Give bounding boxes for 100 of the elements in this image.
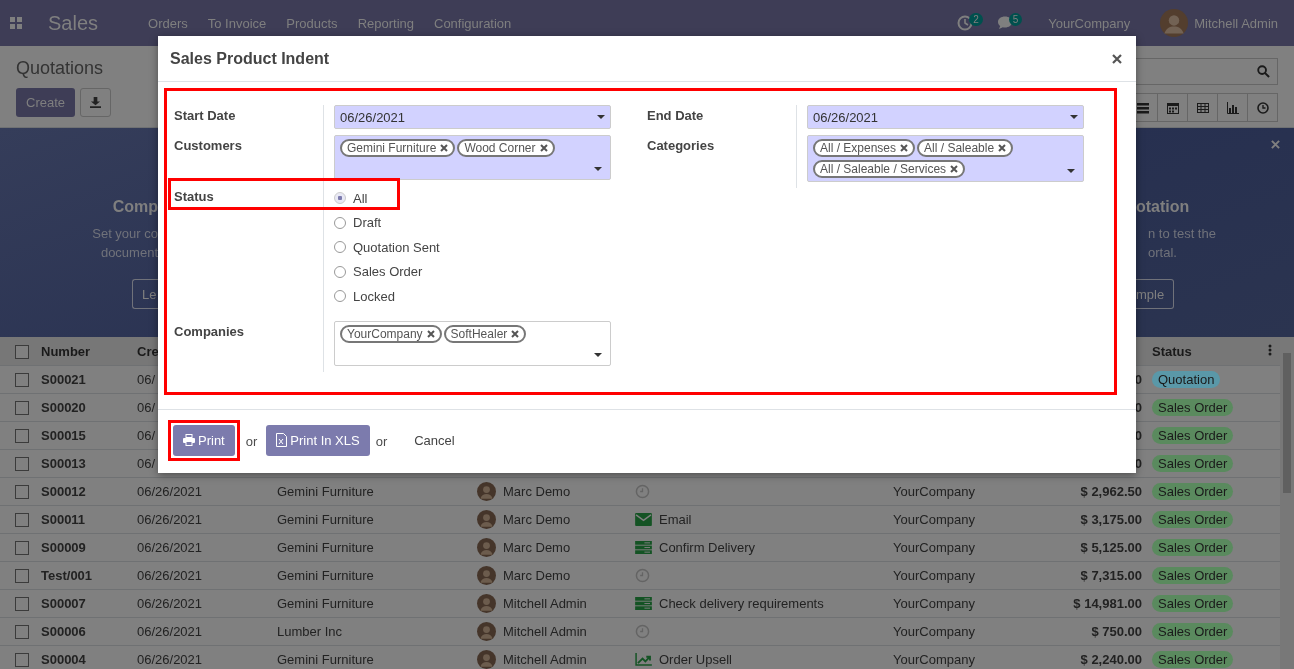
table-cell-text: S00011 xyxy=(40,512,87,527)
status-badge: Sales Order xyxy=(1152,567,1234,584)
table-cell-text: S00015 xyxy=(40,428,87,443)
table-cell: YourCompany xyxy=(893,484,975,499)
menu-item[interactable]: Configuration xyxy=(434,15,512,31)
remove-icon[interactable] xyxy=(539,144,548,152)
caret-icon xyxy=(1070,115,1078,119)
row-checkbox[interactable] xyxy=(15,429,29,444)
row-checkbox[interactable] xyxy=(15,597,29,612)
row-checkbox[interactable] xyxy=(15,457,29,472)
row-checkbox[interactable] xyxy=(15,653,29,668)
banner-step-text: ortal. xyxy=(1148,244,1177,262)
dialog-title: Sales Product Indent xyxy=(170,49,330,68)
row-checkbox[interactable] xyxy=(15,541,29,556)
chat-icon[interactable] xyxy=(996,15,1013,31)
table-cell-text: $ 3,175.00 xyxy=(1079,512,1143,527)
table-cell-text: S00020 xyxy=(40,400,87,415)
tag-chip: Gemini Furniture xyxy=(340,139,456,157)
cancel-button[interactable]: Cancel xyxy=(396,424,473,456)
user-avatar-icon[interactable] xyxy=(1160,9,1189,37)
remove-icon[interactable] xyxy=(426,329,435,338)
column-header[interactable]: Status xyxy=(1152,343,1192,359)
close-icon[interactable] xyxy=(1271,140,1280,149)
banner-step-title: otation xyxy=(1136,198,1190,216)
row-checkbox[interactable] xyxy=(15,625,29,640)
table-cell: 06/26/2021 xyxy=(137,624,203,639)
table-cell-text: S00007 xyxy=(40,596,87,611)
remove-icon[interactable] xyxy=(998,144,1007,152)
or-text: or xyxy=(245,433,258,449)
create-button[interactable]: Create xyxy=(16,88,76,117)
row-checkbox[interactable] xyxy=(15,401,29,416)
app-name[interactable]: Sales xyxy=(48,11,99,35)
table-cell-text: $ 5,125.00 xyxy=(1079,540,1143,555)
trend-up-icon[interactable] xyxy=(635,653,652,666)
pivot-view-button[interactable] xyxy=(1187,93,1218,122)
spreadsheet-file-icon xyxy=(276,433,288,447)
menu-item[interactable]: Products xyxy=(286,15,338,31)
activity-view-button[interactable] xyxy=(1247,93,1278,122)
date-field[interactable]: 06/26/2021 xyxy=(807,105,1084,129)
radio-option[interactable]: Sales Order xyxy=(334,259,423,284)
user-name[interactable]: Mitchell Admin xyxy=(1194,15,1278,31)
row-checkbox[interactable] xyxy=(15,373,29,388)
person-avatar-icon xyxy=(477,650,496,669)
kebab-menu-icon[interactable] xyxy=(1268,343,1272,356)
table-cell: 06/26/2021 xyxy=(137,512,203,527)
column-header[interactable]: Number xyxy=(34,343,130,359)
tag-chip: YourCompany xyxy=(340,324,442,343)
person-avatar-icon xyxy=(477,510,496,529)
radio-option[interactable]: Draft xyxy=(334,210,382,235)
remove-icon[interactable] xyxy=(511,329,520,338)
tags-field[interactable]: YourCompany SoftHealer xyxy=(334,320,611,366)
checklist-icon[interactable] xyxy=(635,597,652,610)
clock-icon[interactable] xyxy=(635,568,650,583)
table-cell: YourCompany xyxy=(893,568,975,583)
field-label: Categories xyxy=(647,137,716,153)
radio-option[interactable]: All xyxy=(334,186,368,211)
tags-field[interactable]: All / Expenses All / Saleable All / Saleable / Services xyxy=(807,135,1084,182)
close-icon[interactable] xyxy=(1112,53,1122,64)
remove-icon[interactable] xyxy=(950,165,959,173)
download-button[interactable] xyxy=(80,88,112,117)
envelope-icon[interactable] xyxy=(635,513,652,526)
banner-step-text: Set your co xyxy=(92,225,158,243)
radio-option[interactable]: Locked xyxy=(334,284,395,309)
person-avatar-icon xyxy=(477,482,496,501)
clock-icon[interactable] xyxy=(635,484,650,499)
remove-icon[interactable] xyxy=(900,144,909,152)
status-badge: Sales Order xyxy=(1152,595,1234,612)
table-cell: 06/ xyxy=(137,456,156,471)
select-all-checkbox[interactable] xyxy=(15,344,29,359)
table-cell: 06/26/2021 xyxy=(137,484,203,499)
print-xls-button[interactable]: Print In XLS xyxy=(266,424,370,456)
menu-item[interactable]: To Invoice xyxy=(207,15,267,31)
clock-icon xyxy=(1256,101,1269,114)
row-checkbox[interactable] xyxy=(15,513,29,528)
checklist-icon[interactable] xyxy=(635,541,652,554)
apps-menu-icon[interactable] xyxy=(10,17,22,29)
calendar-icon xyxy=(1166,101,1179,114)
remove-icon[interactable] xyxy=(440,144,449,152)
table-cell-text: S00012 xyxy=(40,484,87,499)
graph-view-button[interactable] xyxy=(1217,93,1248,122)
print-button[interactable]: Print xyxy=(173,424,235,456)
scrollbar[interactable] xyxy=(1280,337,1294,669)
tags-field[interactable]: Gemini Furniture Wood Corner xyxy=(334,135,611,180)
message-count-badge: 5 xyxy=(1008,12,1023,26)
row-checkbox[interactable] xyxy=(15,485,29,500)
calendar-view-button[interactable] xyxy=(1157,93,1188,122)
status-badge: Sales Order xyxy=(1152,455,1234,472)
caret-icon xyxy=(594,167,602,171)
radio-option[interactable]: Quotation Sent xyxy=(334,235,440,260)
table-cell-text: $ 7,315.00 xyxy=(1079,568,1143,583)
date-field[interactable]: 06/26/2021 xyxy=(334,105,611,129)
menu-item[interactable]: Orders xyxy=(148,15,188,31)
activity-count-badge: 2 xyxy=(969,12,983,26)
row-checkbox[interactable] xyxy=(15,569,29,584)
person-avatar-icon xyxy=(477,538,496,557)
clock-icon[interactable] xyxy=(635,624,650,639)
menu-item[interactable]: Reporting xyxy=(357,15,414,31)
company-switcher[interactable]: YourCompany xyxy=(1048,15,1131,31)
status-badge: Sales Order xyxy=(1152,511,1234,528)
activity-icon[interactable] xyxy=(957,15,974,31)
